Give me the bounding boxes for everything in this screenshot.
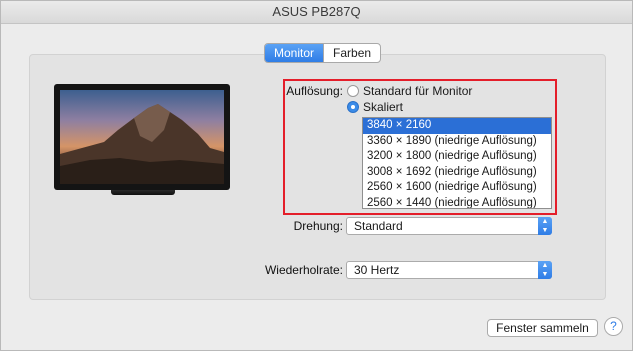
radio-label: Standard für Monitor — [363, 84, 473, 98]
monitor-wallpaper — [60, 90, 224, 184]
gather-windows-button[interactable]: Fenster sammeln — [487, 319, 598, 337]
radio-button[interactable] — [347, 101, 359, 113]
list-item[interactable]: 3008 × 1692 (niedrige Auflösung) — [363, 165, 551, 181]
monitor-stand — [111, 190, 175, 195]
rotation-label: Drehung: — [293, 219, 343, 233]
window-title: ASUS PB287Q — [1, 1, 632, 24]
refresh-rate-select[interactable]: 30 Hertz ▲ ▼ — [346, 261, 552, 279]
radio-scaled[interactable]: Skaliert — [347, 100, 403, 114]
refresh-rate-value: 30 Hertz — [354, 263, 400, 277]
tab-monitor[interactable]: Monitor — [265, 44, 324, 62]
resolution-list[interactable]: 3840 × 2160 3360 × 1890 (niedrige Auflös… — [362, 117, 552, 209]
mountain-image — [60, 104, 224, 184]
up-down-chevron-icon: ▲ ▼ — [538, 217, 552, 235]
radio-label: Skaliert — [363, 100, 404, 114]
list-item[interactable]: 2560 × 1600 (niedrige Auflösung) — [363, 180, 551, 196]
list-item[interactable]: 3360 × 1890 (niedrige Auflösung) — [363, 134, 551, 150]
list-item[interactable]: 3200 × 1800 (niedrige Auflösung) — [363, 149, 551, 165]
refresh-rate-label: Wiederholrate: — [264, 263, 343, 277]
up-down-chevron-icon: ▲ ▼ — [538, 261, 552, 279]
resolution-label: Auflösung: — [286, 84, 343, 98]
rotation-value: Standard — [354, 219, 403, 233]
monitor-icon — [54, 84, 230, 190]
radio-default-for-display[interactable]: Standard für Monitor — [347, 84, 472, 98]
tab-bar: Monitor Farben — [264, 43, 382, 63]
display-preferences-window: ASUS PB287Q Monitor Farben Auflösung: St… — [0, 0, 633, 351]
help-icon[interactable]: ? — [604, 317, 623, 336]
rotation-select[interactable]: Standard ▲ ▼ — [346, 217, 552, 235]
tab-farben[interactable]: Farben — [323, 44, 380, 62]
list-item[interactable]: 3840 × 2160 — [363, 118, 551, 134]
radio-button[interactable] — [347, 85, 359, 97]
list-item[interactable]: 2560 × 1440 (niedrige Auflösung) — [363, 196, 551, 209]
